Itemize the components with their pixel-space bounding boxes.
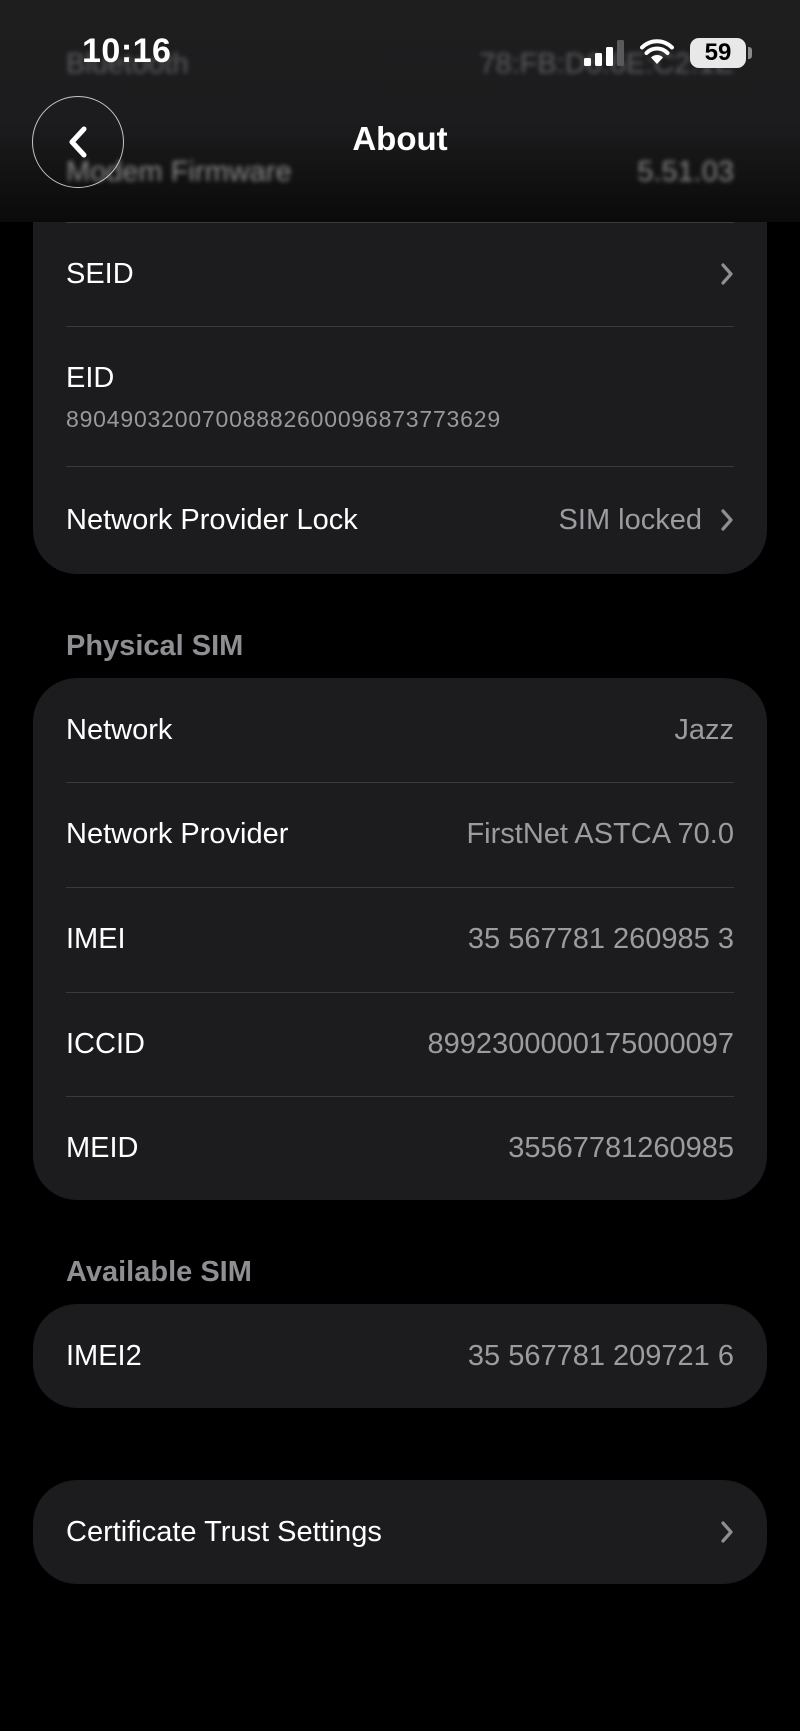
row-label: Network Provider [66, 818, 289, 850]
row-value: 35 567781 260985 3 [467, 923, 734, 955]
cellular-signal-icon [584, 40, 624, 66]
seid-row[interactable]: SEID [33, 222, 767, 326]
chevron-right-icon [721, 1521, 733, 1543]
row-label: MEID [66, 1131, 139, 1164]
certificate-group: Certificate Trust Settings [33, 1480, 767, 1584]
row-value: 8992300000175000097 [427, 1027, 734, 1060]
network-provider-lock-value: SIM locked [558, 503, 702, 536]
certificate-trust-settings-row[interactable]: Certificate Trust Settings [33, 1480, 767, 1584]
section-header-available-sim: Available SIM [66, 1256, 252, 1288]
certificate-trust-settings-label: Certificate Trust Settings [66, 1515, 382, 1548]
row-value: 35 567781 209721 6 [467, 1339, 734, 1372]
section-header-physical-sim: Physical SIM [66, 630, 244, 662]
row-label: ICCID [66, 1027, 145, 1060]
status-bar: 10:16 59 [0, 0, 800, 100]
row-value: 35567781260985 [508, 1131, 734, 1164]
row-value: FirstNet ASTCA 70.0 [466, 818, 734, 850]
eid-label: EID [66, 362, 115, 394]
network-provider-lock-label: Network Provider Lock [66, 503, 358, 536]
physical-sim-group: Network Jazz Network Provider FirstNet A… [33, 678, 767, 1200]
device-info-group-visible: SEID EID 8904903200700888260009687377362… [33, 222, 767, 574]
chevron-right-icon [721, 263, 733, 285]
meid-row: MEID 35567781260985 [33, 1096, 767, 1200]
network-row: Network Jazz [33, 678, 767, 782]
battery-nub [748, 47, 752, 59]
eid-row[interactable]: EID 89049032007008882600096873773629 [33, 326, 767, 466]
imei2-row: IMEI2 35 567781 209721 6 [33, 1304, 767, 1408]
chevron-right-icon [721, 509, 733, 531]
network-provider-lock-detail: SIM locked [559, 504, 734, 537]
battery-icon: 59 [690, 38, 746, 68]
about-screen: Bluetooth 78:FB:D6:6E:C2:1E Modem Firmwa… [0, 0, 800, 1731]
row-label: Network [66, 713, 173, 746]
eid-value: 89049032007008882600096873773629 [66, 406, 501, 432]
row-label: IMEI [66, 923, 126, 955]
imei-row: IMEI 35 567781 260985 3 [33, 887, 767, 992]
wifi-icon [640, 39, 674, 64]
row-value: Jazz [674, 713, 734, 746]
iccid-row: ICCID 8992300000175000097 [33, 992, 767, 1096]
seid-label: SEID [66, 257, 134, 290]
available-sim-group: IMEI2 35 567781 209721 6 [33, 1304, 767, 1408]
row-label: IMEI2 [66, 1339, 142, 1372]
status-time: 10:16 [82, 32, 172, 70]
network-provider-lock-row[interactable]: Network Provider Lock SIM locked [33, 466, 767, 574]
network-provider-row: Network Provider FirstNet ASTCA 70.0 [33, 782, 767, 887]
